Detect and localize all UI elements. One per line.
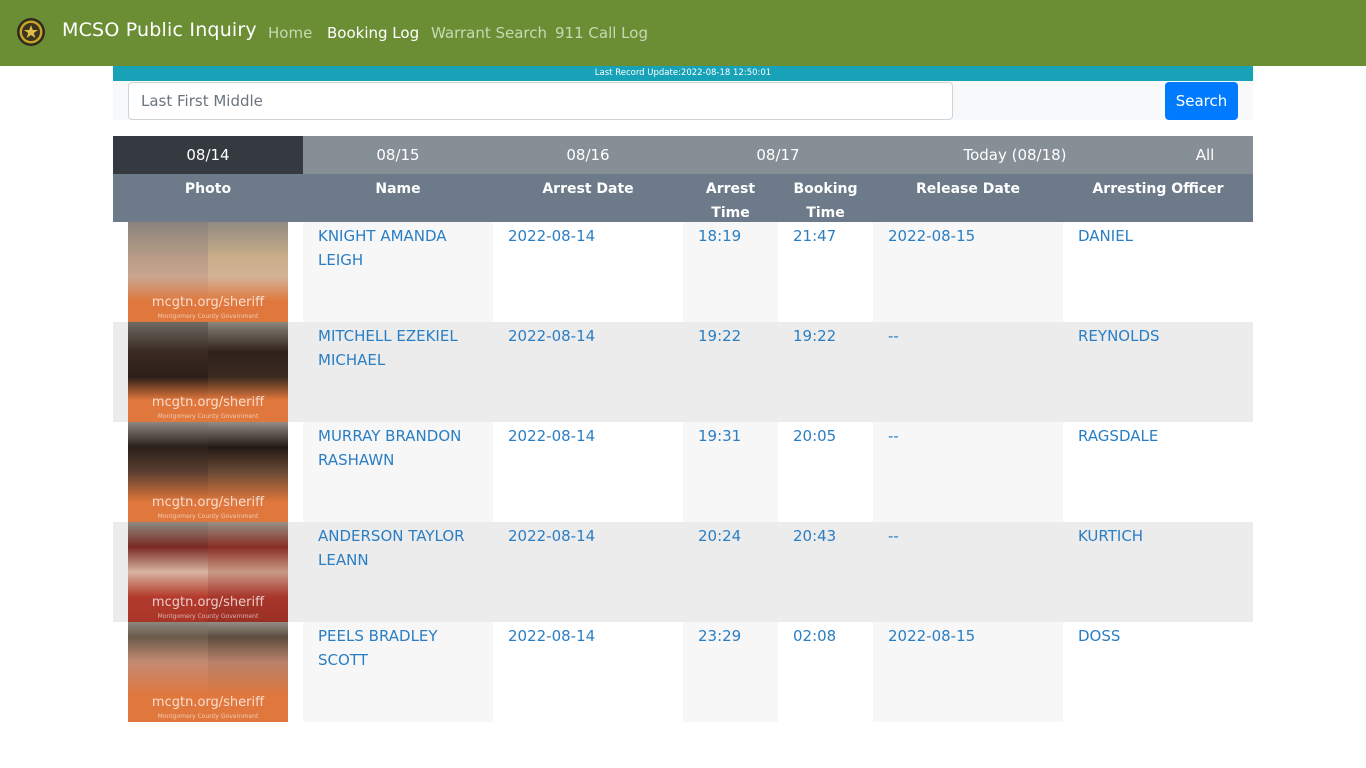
- name-line-2: MICHAEL: [318, 351, 386, 369]
- photo-watermark-sub: Montgomery County Government: [157, 713, 259, 720]
- photo-watermark-sub: Montgomery County Government: [157, 613, 259, 620]
- mugshot-photo[interactable]: mcgtn.org/sheriff Montgomery County Gove…: [128, 322, 288, 422]
- photo-watermark: mcgtn.org/sheriff: [151, 295, 265, 310]
- tab-today[interactable]: Today (08/18): [923, 136, 1107, 174]
- photo-watermark: mcgtn.org/sheriff: [151, 395, 265, 410]
- tab-08-17[interactable]: 08/17: [683, 136, 873, 174]
- arrest-date[interactable]: 2022-08-14: [508, 524, 595, 548]
- name-line-2: LEIGH: [318, 251, 364, 269]
- photo-watermark-sub: Montgomery County Government: [157, 513, 259, 520]
- booking-time[interactable]: 20:43: [793, 524, 836, 548]
- column-header-arresting-officer[interactable]: Arresting Officer: [1063, 177, 1253, 201]
- arrest-time[interactable]: 18:19: [698, 224, 741, 248]
- arrest-date[interactable]: 2022-08-14: [508, 624, 595, 648]
- arrest-date[interactable]: 2022-08-14: [508, 424, 595, 448]
- mugshot-photo[interactable]: mcgtn.org/sheriff Montgomery County Gove…: [128, 622, 288, 722]
- arresting-officer[interactable]: KURTICH: [1078, 524, 1143, 548]
- arrest-time[interactable]: 19:31: [698, 424, 741, 448]
- inmate-name-link[interactable]: ANDERSON TAYLOR LEANN: [318, 524, 488, 572]
- column-header-arrest-time-line1: Arrest: [705, 181, 756, 197]
- arrest-date[interactable]: 2022-08-14: [508, 224, 595, 248]
- name-line-1: ANDERSON TAYLOR: [318, 527, 465, 545]
- name-line-1: KNIGHT AMANDA: [318, 227, 447, 245]
- last-update-banner: Last Record Update:2022-08-18 12:50:01: [113, 66, 1253, 81]
- search-button[interactable]: Search: [1165, 82, 1238, 120]
- name-line-2: RASHAWN: [318, 451, 395, 469]
- column-shade: [873, 422, 1063, 522]
- arresting-officer[interactable]: REYNOLDS: [1078, 324, 1160, 348]
- table-row[interactable]: mcgtn.org/sheriff Montgomery County Gove…: [113, 322, 1253, 422]
- arresting-officer[interactable]: RAGSDALE: [1078, 424, 1158, 448]
- arrest-time[interactable]: 23:29: [698, 624, 741, 648]
- tab-08-15[interactable]: 08/15: [303, 136, 493, 174]
- arresting-officer[interactable]: DANIEL: [1078, 224, 1133, 248]
- inmate-name-link[interactable]: MITCHELL EZEKIEL MICHAEL: [318, 324, 488, 372]
- search-input[interactable]: [128, 82, 953, 120]
- arrest-time[interactable]: 19:22: [698, 324, 741, 348]
- table-row[interactable]: mcgtn.org/sheriff Montgomery County Gove…: [113, 422, 1253, 522]
- name-line-1: MITCHELL EZEKIEL: [318, 327, 458, 345]
- mugshot-photo[interactable]: mcgtn.org/sheriff Montgomery County Gove…: [128, 522, 288, 622]
- tab-08-16[interactable]: 08/16: [493, 136, 683, 174]
- nav-link-911-call-log[interactable]: 911 Call Log: [555, 24, 648, 42]
- sheriff-badge-icon[interactable]: [16, 17, 46, 47]
- mugshot-photo[interactable]: mcgtn.org/sheriff Montgomery County Gove…: [128, 222, 288, 322]
- booking-time[interactable]: 21:47: [793, 224, 836, 248]
- arrest-date[interactable]: 2022-08-14: [508, 324, 595, 348]
- photo-watermark-sub: Montgomery County Government: [157, 313, 259, 320]
- booking-time[interactable]: 20:05: [793, 424, 836, 448]
- name-line-2: SCOTT: [318, 651, 368, 669]
- photo-watermark: mcgtn.org/sheriff: [151, 695, 265, 710]
- arrest-time[interactable]: 20:24: [698, 524, 741, 548]
- release-date[interactable]: --: [888, 324, 899, 348]
- column-header-photo: Photo: [184, 181, 232, 197]
- tab-all[interactable]: All: [1173, 136, 1237, 174]
- name-line-1: MURRAY BRANDON: [318, 427, 462, 445]
- table-header: Photo Name Arrest Date Arrest Time Booki…: [113, 174, 1253, 222]
- inmate-name-link[interactable]: MURRAY BRANDON RASHAWN: [318, 424, 488, 472]
- booking-time[interactable]: 02:08: [793, 624, 836, 648]
- inmate-name-link[interactable]: KNIGHT AMANDA LEIGH: [318, 224, 488, 272]
- column-header-booking-time-line1: Booking: [793, 181, 858, 197]
- booking-time[interactable]: 19:22: [793, 324, 836, 348]
- date-tabs: 08/14 08/15 08/16 08/17 Today (08/18) Al…: [113, 136, 1253, 174]
- arresting-officer[interactable]: DOSS: [1078, 624, 1120, 648]
- brand-title[interactable]: MCSO Public Inquiry: [62, 19, 257, 41]
- nav-link-warrant-search[interactable]: Warrant Search: [431, 24, 547, 42]
- column-header-arrest-time[interactable]: Arrest Time: [683, 177, 778, 225]
- table-row[interactable]: mcgtn.org/sheriff Montgomery County Gove…: [113, 522, 1253, 622]
- tab-08-14[interactable]: 08/14: [113, 136, 303, 174]
- photo-watermark: mcgtn.org/sheriff: [151, 495, 265, 510]
- inmate-name-link[interactable]: PEELS BRADLEY SCOTT: [318, 624, 488, 672]
- nav-link-home[interactable]: Home: [268, 24, 312, 42]
- column-header-booking-time[interactable]: Booking Time: [778, 177, 873, 225]
- release-date[interactable]: 2022-08-15: [888, 624, 975, 648]
- name-line-1: PEELS BRADLEY: [318, 627, 438, 645]
- release-date[interactable]: --: [888, 524, 899, 548]
- photo-watermark-sub: Montgomery County Government: [157, 413, 259, 420]
- photo-watermark: mcgtn.org/sheriff: [151, 595, 265, 610]
- top-navbar: MCSO Public Inquiry Home Booking Log War…: [0, 0, 1366, 66]
- column-header-release-date[interactable]: Release Date: [873, 177, 1063, 201]
- search-bar: Search: [113, 81, 1253, 120]
- release-date[interactable]: 2022-08-15: [888, 224, 975, 248]
- table-row[interactable]: mcgtn.org/sheriff Montgomery County Gove…: [113, 222, 1253, 322]
- mugshot-photo[interactable]: mcgtn.org/sheriff Montgomery County Gove…: [128, 422, 288, 522]
- column-header-arrest-date[interactable]: Arrest Date: [493, 177, 683, 201]
- column-header-name[interactable]: Name: [303, 177, 493, 201]
- release-date[interactable]: --: [888, 424, 899, 448]
- name-line-2: LEANN: [318, 551, 369, 569]
- nav-link-booking-log[interactable]: Booking Log: [327, 24, 419, 42]
- table-row[interactable]: mcgtn.org/sheriff Montgomery County Gove…: [113, 622, 1253, 722]
